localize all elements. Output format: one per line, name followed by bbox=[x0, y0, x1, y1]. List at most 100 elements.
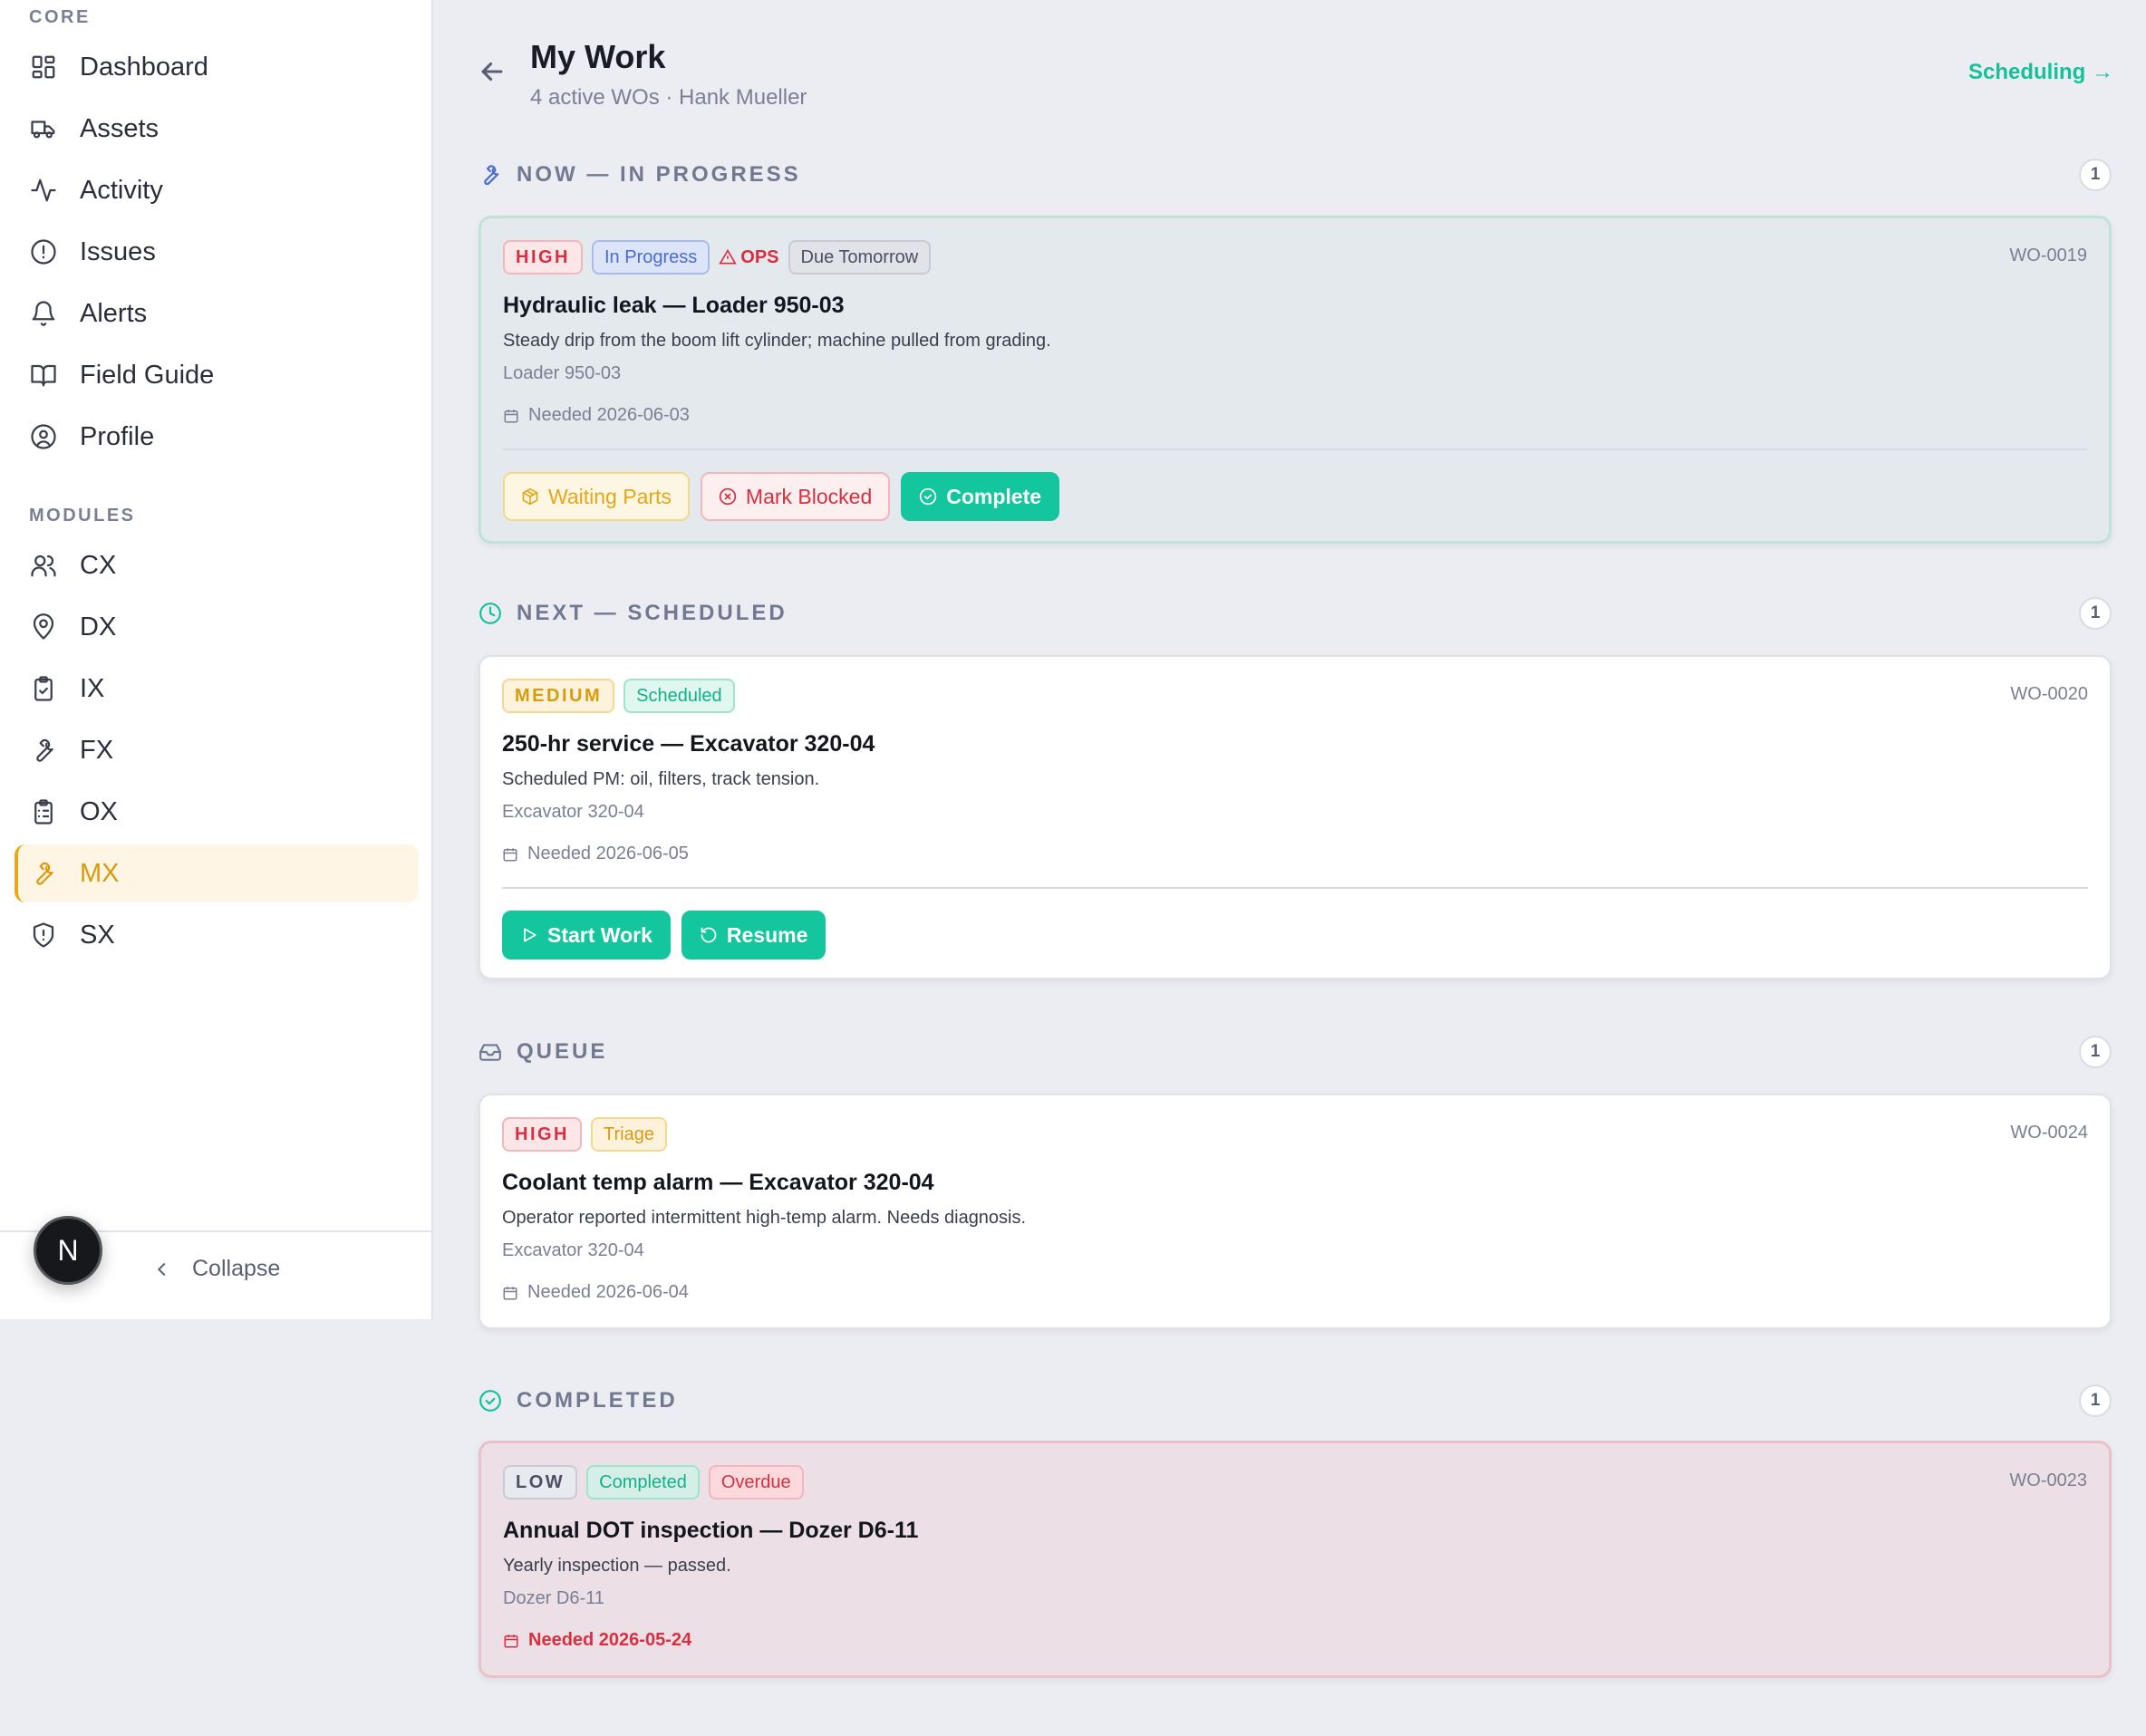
work-order-title: 250-hr service — Excavator 320-04 bbox=[502, 731, 875, 757]
user-circle-icon bbox=[29, 422, 58, 451]
calendar-icon bbox=[503, 847, 517, 861]
activity-icon bbox=[29, 176, 58, 205]
collapse-label: Collapse bbox=[192, 1256, 281, 1281]
needed-date-label: Needed 2026-06-03 bbox=[528, 405, 690, 425]
section-queue-header: QUEUE 1 bbox=[478, 1034, 2112, 1070]
sidebar-item-field-guide[interactable]: Field Guide bbox=[14, 346, 419, 404]
work-order-description: Operator reported intermittent high-temp… bbox=[502, 1208, 1027, 1228]
sidebar-item-ix[interactable]: IX bbox=[14, 660, 419, 718]
card-divider bbox=[503, 448, 2087, 450]
resume-label: Resume bbox=[726, 922, 808, 947]
sidebar-item-cx[interactable]: CX bbox=[14, 536, 419, 594]
sidebar-item-label: DX bbox=[80, 612, 117, 641]
work-order-title: Annual DOT inspection — Dozer D6-11 bbox=[503, 1518, 919, 1543]
scheduling-link[interactable]: Scheduling → bbox=[1968, 60, 2113, 85]
status-badge: Triage bbox=[591, 1117, 667, 1152]
sidebar-item-dashboard[interactable]: Dashboard bbox=[14, 38, 419, 96]
needed-date-label: Needed 2026-06-04 bbox=[527, 1282, 689, 1302]
mark-blocked-button[interactable]: Mark Blocked bbox=[700, 472, 891, 521]
work-order-asset: Excavator 320-04 bbox=[502, 802, 644, 822]
work-order-description: Yearly inspection — passed. bbox=[503, 1556, 731, 1576]
needed-date-label: Needed 2026-06-05 bbox=[527, 844, 689, 863]
work-order-description: Steady drip from the boom lift cylinder;… bbox=[503, 331, 1051, 351]
section-count: 1 bbox=[2079, 159, 2112, 191]
complete-button[interactable]: Complete bbox=[901, 472, 1060, 521]
dashboard-icon bbox=[29, 53, 58, 82]
sidebar-item-profile[interactable]: Profile bbox=[14, 408, 419, 466]
sidebar-item-ox[interactable]: OX bbox=[14, 783, 419, 841]
clock-icon bbox=[478, 602, 502, 625]
sidebar-item-label: SX bbox=[80, 920, 115, 950]
sidebar-item-fx[interactable]: FX bbox=[14, 721, 419, 779]
sidebar-item-label: Issues bbox=[80, 236, 156, 266]
overdue-badge: Overdue bbox=[708, 1465, 804, 1500]
shield-alert-icon bbox=[29, 921, 58, 950]
wrench-icon bbox=[29, 736, 58, 765]
truck-icon bbox=[29, 114, 58, 143]
work-order-card[interactable]: LOW Completed Overdue WO-0023 Annual DOT… bbox=[478, 1441, 2112, 1678]
page-subtitle: 4 active WOs · Hank Mueller bbox=[530, 85, 807, 110]
work-order-asset: Dozer D6-11 bbox=[503, 1588, 604, 1608]
users-icon bbox=[29, 551, 58, 580]
dev-tools-badge[interactable]: N bbox=[34, 1216, 102, 1285]
work-order-title: Coolant temp alarm — Excavator 320-04 bbox=[502, 1170, 934, 1195]
needed-date: Needed 2026-06-04 bbox=[502, 1282, 689, 1303]
sidebar-item-mx[interactable]: MX bbox=[14, 844, 419, 902]
work-order-title: Hydraulic leak — Loader 950-03 bbox=[503, 293, 845, 318]
sidebar-item-label: MX bbox=[80, 858, 120, 888]
needed-date: Needed 2026-06-05 bbox=[502, 844, 689, 864]
work-order-id: WO-0024 bbox=[2010, 1123, 2088, 1143]
section-next-header: NEXT — SCHEDULED 1 bbox=[478, 595, 2112, 632]
needed-date: Needed 2026-05-24 bbox=[503, 1630, 691, 1651]
card-divider bbox=[502, 887, 2088, 889]
inbox-icon bbox=[478, 1040, 502, 1064]
sidebar-item-activity[interactable]: Activity bbox=[14, 161, 419, 219]
sidebar-item-label: Field Guide bbox=[80, 360, 215, 390]
mark-blocked-label: Mark Blocked bbox=[745, 484, 873, 508]
sidebar-item-label: FX bbox=[80, 735, 114, 765]
sidebar-item-label: Assets bbox=[80, 113, 160, 143]
resume-button[interactable]: Resume bbox=[681, 911, 826, 960]
start-work-button[interactable]: Start Work bbox=[502, 911, 671, 960]
map-pin-icon bbox=[29, 612, 58, 641]
work-order-card[interactable]: HIGH Triage WO-0024 Coolant temp alarm —… bbox=[478, 1094, 2112, 1329]
work-order-description: Scheduled PM: oil, filters, track tensio… bbox=[502, 769, 820, 789]
priority-badge: HIGH bbox=[503, 240, 583, 275]
check-circle-icon bbox=[478, 1389, 502, 1413]
chevron-left-icon bbox=[157, 1262, 166, 1276]
sidebar-item-sx[interactable]: SX bbox=[14, 906, 419, 964]
collapse-button[interactable]: Collapse bbox=[152, 1256, 280, 1282]
check-circle-icon bbox=[920, 487, 937, 506]
calendar-icon bbox=[504, 1634, 518, 1647]
sidebar-item-assets[interactable]: Assets bbox=[14, 100, 419, 158]
warning-triangle-icon bbox=[719, 248, 738, 265]
section-count: 1 bbox=[2079, 1384, 2112, 1417]
section-title: NEXT — SCHEDULED bbox=[517, 601, 788, 625]
priority-badge: LOW bbox=[503, 1465, 578, 1500]
sidebar-item-label: Profile bbox=[80, 421, 155, 451]
back-button[interactable] bbox=[477, 56, 508, 87]
waiting-parts-button[interactable]: Waiting Parts bbox=[503, 472, 690, 521]
page-title: My Work bbox=[530, 38, 666, 75]
priority-badge: MEDIUM bbox=[502, 679, 615, 713]
sidebar-item-dx[interactable]: DX bbox=[14, 598, 419, 656]
status-badge: In Progress bbox=[592, 240, 710, 275]
sidebar-item-label: Alerts bbox=[80, 298, 148, 328]
book-icon bbox=[29, 361, 58, 390]
work-order-card[interactable]: HIGH In Progress OPS Due Tomorrow WO-001… bbox=[478, 216, 2112, 544]
section-count: 1 bbox=[2079, 1036, 2112, 1068]
alert-circle-icon bbox=[29, 237, 58, 266]
sidebar-item-issues[interactable]: Issues bbox=[14, 223, 419, 281]
work-order-card[interactable]: MEDIUM Scheduled WO-0020 250-hr service … bbox=[478, 655, 2112, 979]
calendar-icon bbox=[503, 1286, 517, 1299]
ops-flag-label: OPS bbox=[740, 246, 779, 267]
bell-icon bbox=[29, 299, 58, 328]
sidebar-item-label: Activity bbox=[80, 175, 163, 205]
clipboard-check-icon bbox=[29, 674, 58, 703]
sidebar-item-alerts[interactable]: Alerts bbox=[14, 285, 419, 342]
wrench-icon bbox=[478, 163, 502, 187]
core-section-label: CORE bbox=[29, 7, 91, 27]
work-order-id: WO-0019 bbox=[2009, 246, 2087, 265]
needed-date-label: Needed 2026-05-24 bbox=[528, 1630, 692, 1650]
sidebar-item-label: Dashboard bbox=[80, 52, 208, 82]
